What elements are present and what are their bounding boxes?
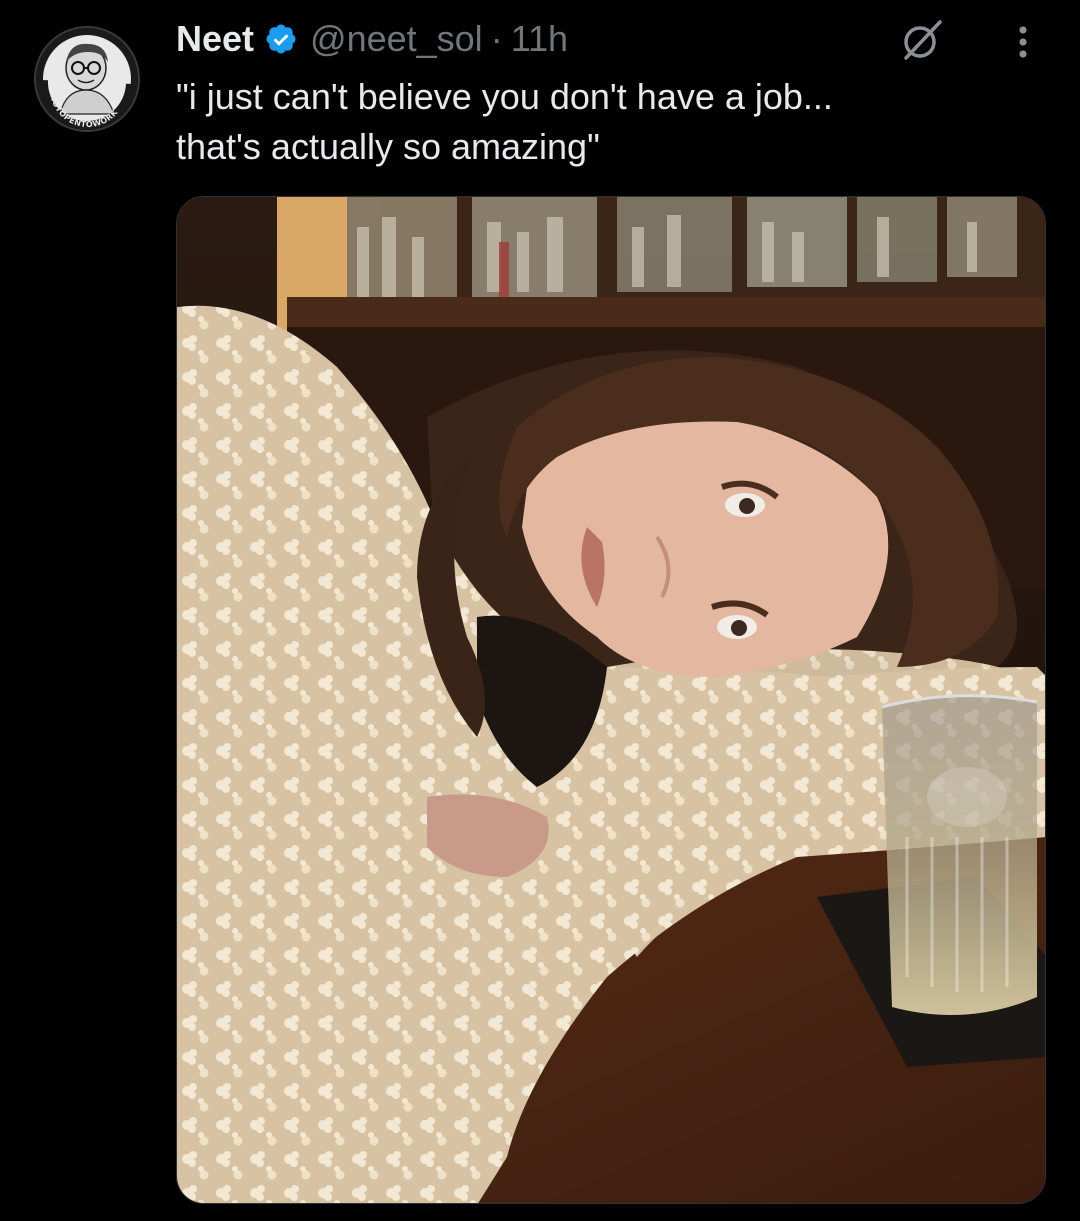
author-name[interactable]: Neet [176,18,254,60]
timestamp[interactable]: 11h [511,18,568,60]
separator-dot: · [490,18,503,59]
author-handle[interactable]: @neet_sol [310,18,483,60]
tweet-photo[interactable] [176,196,1046,1204]
tweet-text-line: that's actually so amazing" [176,126,600,167]
avatar-cartoon-icon: #NOTOPENTOWORK [36,28,138,130]
tweet-header: Neet @neet_sol · 11h [176,14,568,64]
tweet-text: "i just can't believe you don't have a j… [176,72,1036,172]
avatar[interactable]: #NOTOPENTOWORK [34,26,140,132]
tweet[interactable]: #NOTOPENTOWORK Neet @neet_sol · 11h "i j… [0,0,1080,1221]
more-vertical-icon[interactable] [1006,22,1040,62]
grok-icon[interactable] [900,18,944,62]
photo-woman-at-bar [177,197,1045,1203]
verified-badge-icon[interactable] [264,22,298,56]
tweet-text-line: "i just can't believe you don't have a j… [176,76,833,117]
